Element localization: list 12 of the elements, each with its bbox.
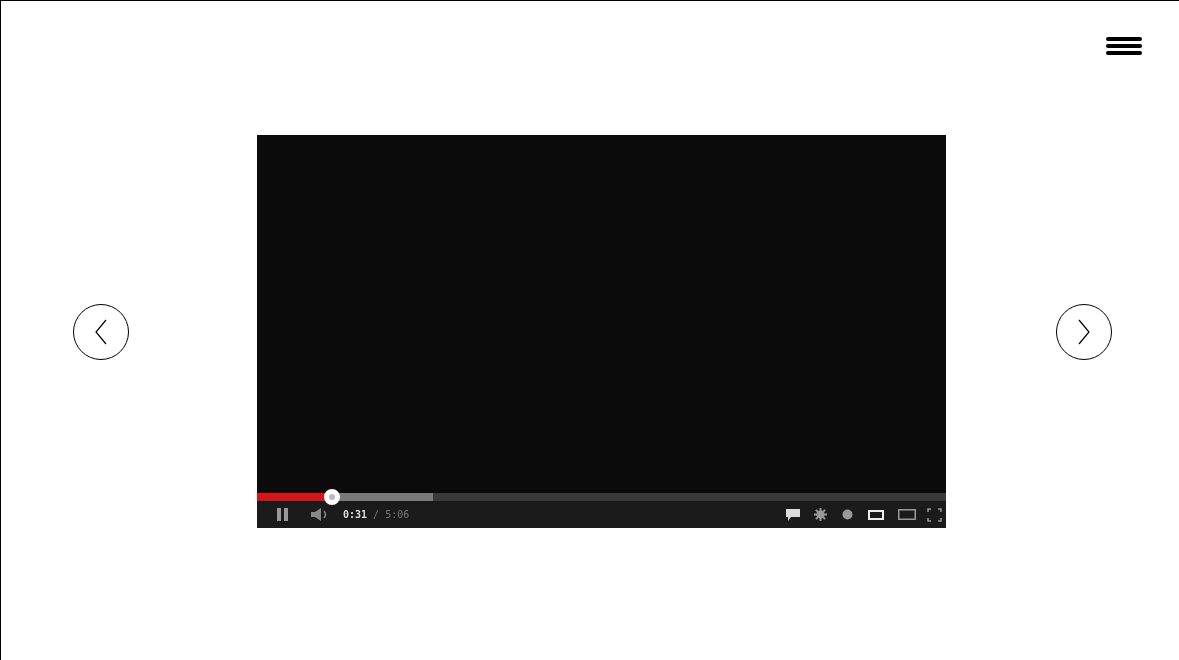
duration: 5:06 xyxy=(385,509,410,520)
current-time: 0:31 xyxy=(343,509,368,520)
time-separator: / xyxy=(373,509,380,520)
pause-icon[interactable] xyxy=(277,508,289,521)
speech-bubble-icon[interactable] xyxy=(786,508,800,521)
small-screen-icon[interactable] xyxy=(868,509,884,520)
dot-icon[interactable] xyxy=(842,509,853,520)
settings-icon[interactable] xyxy=(814,508,827,521)
chevron-right-icon xyxy=(1077,318,1091,345)
wide-screen-icon[interactable] xyxy=(898,509,916,520)
fullscreen-icon[interactable] xyxy=(927,507,942,522)
chevron-left-icon xyxy=(94,318,108,345)
